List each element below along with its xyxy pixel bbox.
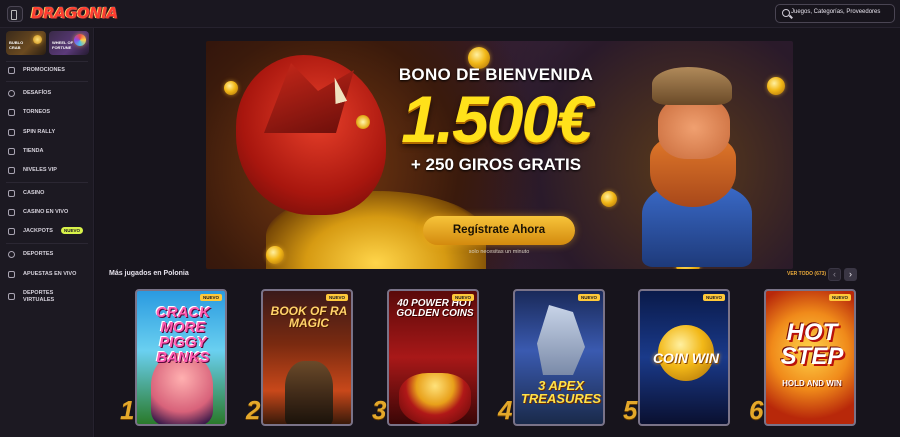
new-badge: NUEVO xyxy=(61,227,84,234)
cart-icon xyxy=(8,148,15,155)
new-badge: NUEVO xyxy=(199,294,222,301)
game-subtitle: HOLD AND WIN xyxy=(782,379,842,388)
gold-pot-illustration xyxy=(399,373,471,424)
search-input[interactable]: Juegos, Categorías, Proveedores xyxy=(775,4,895,23)
search-placeholder: Juegos, Categorías, Proveedores xyxy=(791,9,881,15)
register-button[interactable]: Regístrate Ahora xyxy=(423,216,575,245)
rank-number: 6 xyxy=(749,395,764,425)
search-icon xyxy=(782,9,790,17)
flag-icon xyxy=(8,129,15,136)
rank-number: 3 xyxy=(372,395,387,425)
trophy-icon xyxy=(8,109,15,116)
sidebar-item-label: JACKPOTS xyxy=(23,228,53,234)
game-title: 3 APEX TREASURES xyxy=(520,378,602,406)
featured-label: WHEEL OF FORTUNE xyxy=(52,40,74,50)
game-tile-coin-win[interactable]: COIN WIN NUEVO xyxy=(638,289,730,426)
game-tile-crack-more-piggy-banks[interactable]: CRACK MORE PIGGY BANKS NUEVO xyxy=(135,289,227,426)
see-all-link[interactable]: VER TODO (673) xyxy=(787,271,826,277)
sidebar: BUBLO CRAB WHEEL OF FORTUNE PROMOCIONES … xyxy=(0,28,94,437)
chevron-left-icon[interactable]: ‹ xyxy=(828,268,841,281)
banner-amount: 1.500€ xyxy=(401,82,593,156)
coin-icon xyxy=(224,81,238,95)
wolf-illustration xyxy=(537,305,585,375)
target-icon xyxy=(8,90,15,97)
game-title: HOT STEP xyxy=(780,319,844,370)
sidebar-item-casino-en-vivo[interactable]: CASINO EN VIVO xyxy=(0,206,94,220)
section-title: Más jugados en Polonia xyxy=(109,270,189,277)
sidebar-item-label: NIVELES VIP xyxy=(23,167,57,173)
ball-icon xyxy=(8,251,15,258)
featured-label: BUBLO CRAB xyxy=(9,40,24,50)
divider xyxy=(6,61,88,62)
sidebar-item-label: TORNEOS xyxy=(23,109,51,115)
new-badge: NUEVO xyxy=(325,294,348,301)
sidebar-item-promociones[interactable]: PROMOCIONES xyxy=(0,64,94,78)
live-bet-icon xyxy=(8,271,15,278)
coin-icon xyxy=(767,77,785,95)
virtual-sports-icon xyxy=(8,293,15,300)
sidebar-item-label: APUESTAS EN VIVO xyxy=(23,271,77,277)
sidebar-item-deportes-virtuales[interactable]: DEPORTES VIRTUALES xyxy=(0,287,94,307)
sidebar-item-apuestas-en-vivo[interactable]: APUESTAS EN VIVO xyxy=(0,268,94,282)
sidebar-item-label: DESAFÍOS xyxy=(23,90,52,96)
new-badge: NUEVO xyxy=(828,294,851,301)
divider xyxy=(6,243,88,244)
game-tile-40-power-hot-golden-coins[interactable]: 40 POWER HOT GOLDEN COINS NUEVO xyxy=(387,289,479,426)
sidebar-item-torneos[interactable]: TORNEOS xyxy=(0,106,94,120)
new-badge: NUEVO xyxy=(702,294,725,301)
sidebar-item-label: CASINO EN VIVO xyxy=(23,209,69,215)
rank-number: 1 xyxy=(120,395,135,425)
gift-icon xyxy=(8,67,15,74)
banner-text: BONO DE BIENVENIDA 1.500€ + 250 GIROS GR… xyxy=(346,65,646,175)
miner-hat xyxy=(652,67,732,105)
sidebar-item-label: DEPORTES VIRTUALES xyxy=(23,290,55,303)
game-tile-hot-step[interactable]: HOT STEP HOLD AND WIN NUEVO xyxy=(764,289,856,426)
sidebar-item-niveles-vip[interactable]: NIVELES VIP xyxy=(0,164,94,178)
sidebar-item-label: CASINO xyxy=(23,190,45,196)
explorer-illustration xyxy=(285,361,333,424)
sidebar-item-casino[interactable]: CASINO xyxy=(0,187,94,201)
divider xyxy=(6,81,88,82)
sidebar-item-desafios[interactable]: DESAFÍOS xyxy=(0,87,94,101)
coin-icon xyxy=(601,191,617,207)
sidebar-item-label: SPIN RALLY xyxy=(23,129,56,135)
sidebar-item-tienda[interactable]: TIENDA xyxy=(0,145,94,159)
jackpot-icon xyxy=(8,228,15,235)
logo[interactable]: DRAGONIA xyxy=(31,4,118,22)
coin-icon xyxy=(33,35,42,44)
new-badge: NUEVO xyxy=(451,294,474,301)
banner-free-spins: + 250 GIROS GRATIS xyxy=(410,155,582,174)
game-title: 40 POWER HOT GOLDEN COINS xyxy=(396,298,474,319)
sidebar-toggle-icon[interactable] xyxy=(7,6,23,22)
sidebar-item-jackpots[interactable]: JACKPOTS NUEVO xyxy=(0,225,94,239)
sidebar-item-spin-rally[interactable]: SPIN RALLY xyxy=(0,126,94,140)
miner-illustration xyxy=(636,67,756,267)
crown-icon xyxy=(8,167,15,174)
rank-number: 5 xyxy=(623,395,638,425)
slot-icon xyxy=(8,190,15,197)
rank-number: 2 xyxy=(246,395,261,425)
game-title: COIN WIN xyxy=(652,350,720,366)
rank-number: 4 xyxy=(498,395,513,425)
sidebar-item-label: PROMOCIONES xyxy=(23,67,65,73)
game-title: CRACK MORE PIGGY BANKS xyxy=(155,304,211,366)
coin-icon xyxy=(266,246,284,264)
live-icon xyxy=(8,209,15,216)
divider xyxy=(6,182,88,183)
miner-face xyxy=(658,97,730,159)
welcome-banner[interactable]: BONO DE BIENVENIDA 1.500€ + 250 GIROS GR… xyxy=(206,41,793,269)
sidebar-item-label: DEPORTES xyxy=(23,251,54,257)
featured-game-bublo-crab[interactable]: BUBLO CRAB xyxy=(6,31,46,55)
featured-game-wheel-of-fortune[interactable]: WHEEL OF FORTUNE xyxy=(49,31,89,55)
chevron-right-icon[interactable]: › xyxy=(844,268,857,281)
game-title: BOOK OF RA MAGIC xyxy=(270,304,348,330)
register-subtext: solo necesitas un minuto xyxy=(468,249,530,255)
top-bar: DRAGONIA Juegos, Categorías, Proveedores xyxy=(0,0,900,28)
new-badge: NUEVO xyxy=(577,294,600,301)
main-content: BONO DE BIENVENIDA 1.500€ + 250 GIROS GR… xyxy=(95,28,900,437)
sidebar-item-deportes[interactable]: DEPORTES xyxy=(0,248,94,262)
game-tile-3-apex-treasures[interactable]: 3 APEX TREASURES NUEVO xyxy=(513,289,605,426)
sidebar-item-label: TIENDA xyxy=(23,148,44,154)
game-tile-book-of-ra-magic[interactable]: BOOK OF RA MAGIC NUEVO xyxy=(261,289,353,426)
